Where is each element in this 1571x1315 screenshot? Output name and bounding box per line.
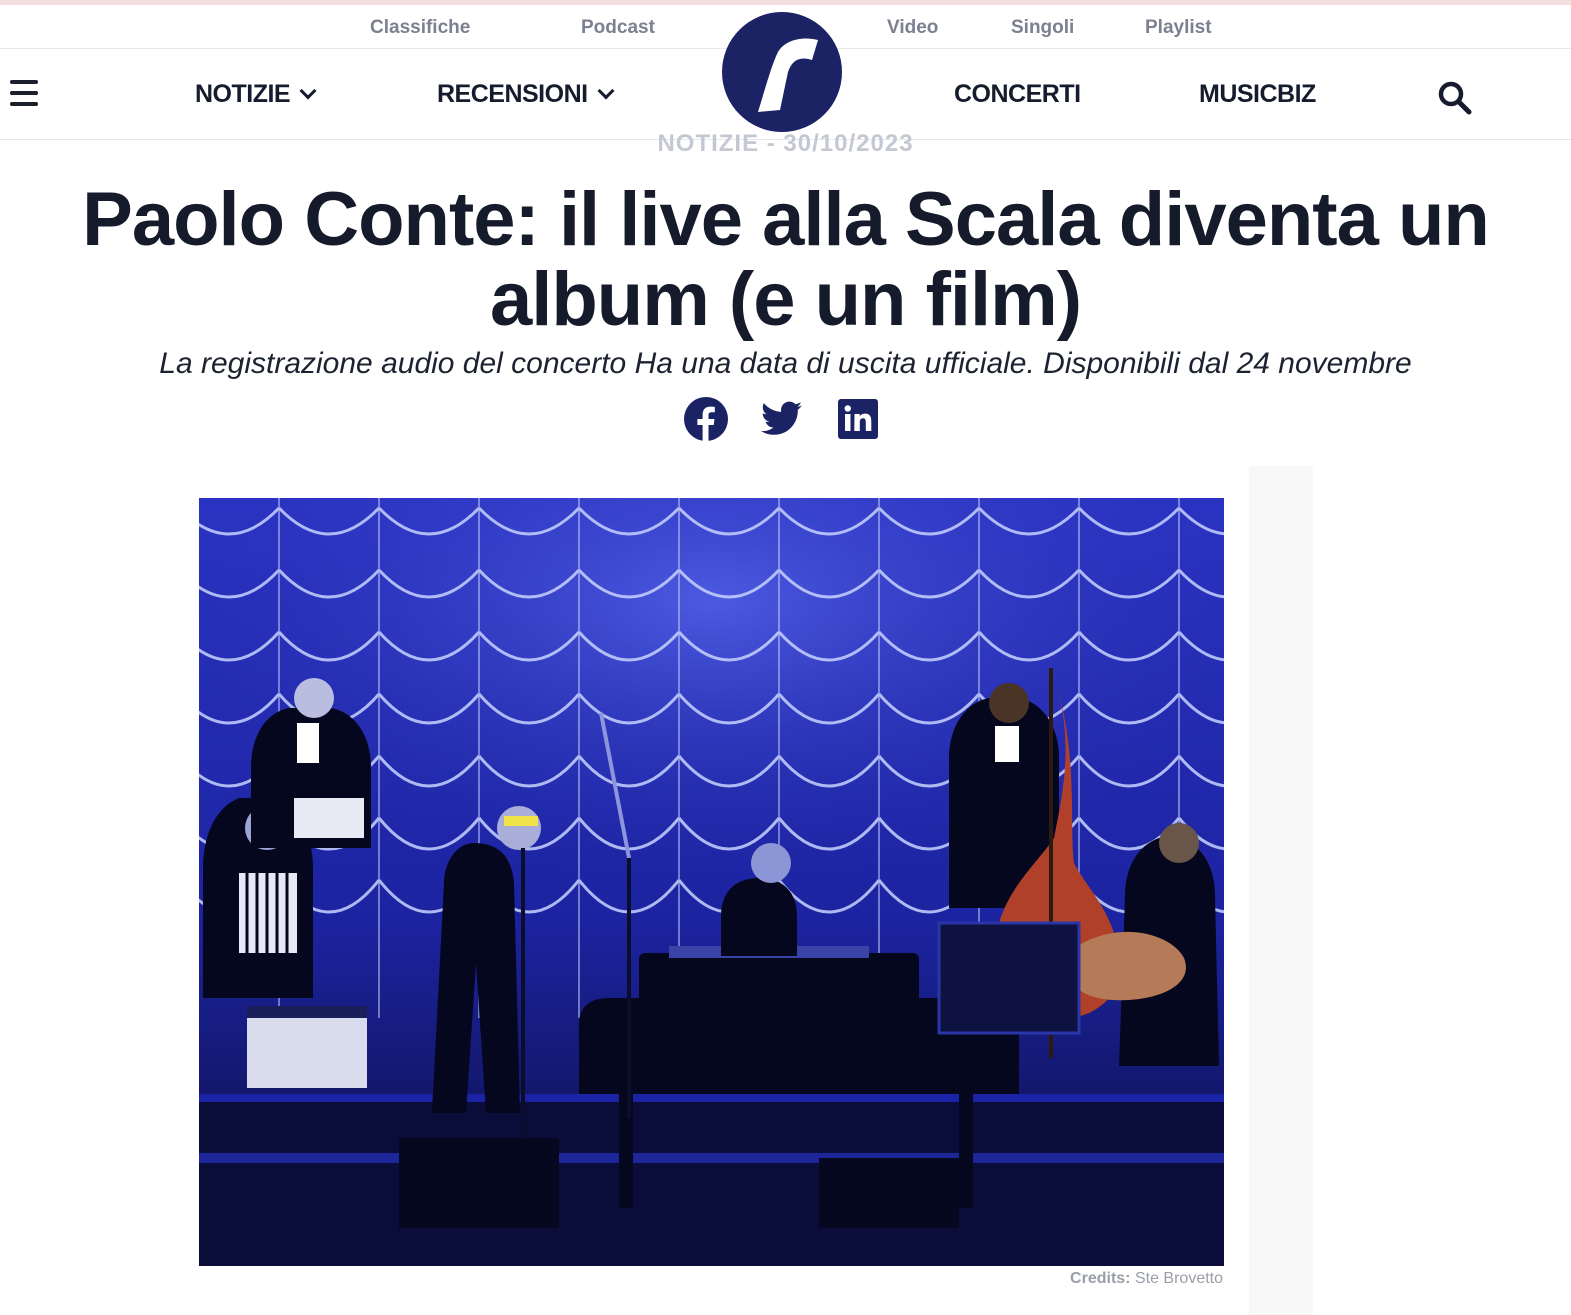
twitter-icon[interactable] (758, 396, 804, 442)
facebook-icon[interactable] (683, 396, 729, 442)
article-photo[interactable] (199, 498, 1224, 1266)
nav-link-video[interactable]: Video (887, 17, 938, 39)
article-title: Paolo Conte: il live alla Scala diventa … (82, 177, 1490, 342)
rockol-logo[interactable]: rockol (722, 12, 842, 132)
nav-notizie-label: NOTIZIE (195, 80, 291, 108)
credits-name: Ste Brovetto (1134, 1270, 1223, 1287)
chevron-down-icon (299, 82, 317, 99)
nav-concerti[interactable]: CONCERTI (954, 80, 1081, 109)
nav-notizie-dropdown[interactable]: NOTIZIE (195, 80, 317, 109)
chevron-down-icon (597, 82, 615, 99)
photo-credits: Credits: Ste Brovetto (1070, 1270, 1223, 1288)
search-icon[interactable] (1437, 80, 1473, 116)
nav-link-podcast[interactable]: Podcast (581, 17, 655, 39)
article-kicker: NOTIZIE - 30/10/2023 (657, 130, 914, 157)
menu-icon[interactable] (10, 80, 40, 106)
credits-label: Credits: (1070, 1270, 1131, 1287)
nav-recensioni-label: RECENSIONI (437, 80, 588, 108)
logo-text: rockol (730, 54, 764, 108)
nav-link-playlist[interactable]: Playlist (1145, 17, 1212, 39)
article-subtitle: La registrazione audio del concerto Ha u… (159, 347, 1412, 380)
linkedin-icon[interactable] (835, 396, 881, 442)
concert-image (199, 498, 1224, 1266)
nav-musicbiz[interactable]: MUSICBIZ (1199, 80, 1316, 109)
logo-mark: rockol (730, 38, 818, 112)
nav-link-singoli[interactable]: Singoli (1011, 17, 1074, 39)
nav-link-classifiche[interactable]: Classifiche (370, 17, 470, 39)
nav-recensioni-dropdown[interactable]: RECENSIONI (437, 80, 615, 109)
